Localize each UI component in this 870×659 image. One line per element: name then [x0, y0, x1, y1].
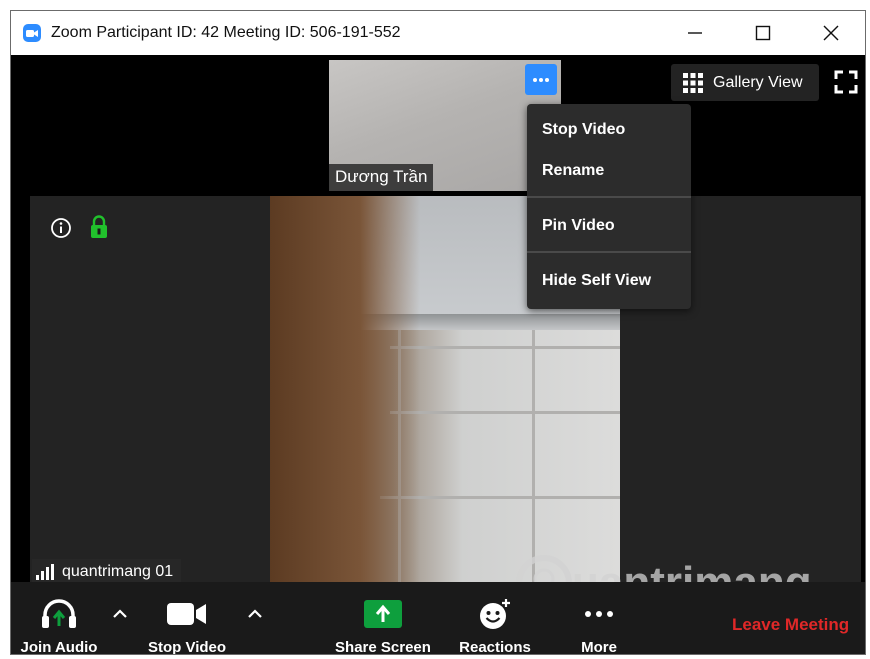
self-video-tile: quantrimang 01 — [30, 196, 861, 585]
menu-separator — [527, 196, 691, 198]
maximize-icon — [755, 25, 771, 41]
reactions-label: Reactions — [459, 639, 531, 655]
menu-item-rename[interactable]: Rename — [527, 152, 691, 190]
gallery-view-label: Gallery View — [713, 73, 803, 91]
fullscreen-icon — [834, 70, 858, 94]
menu-item-pin-video[interactable]: Pin Video — [527, 207, 691, 245]
video-camera-icon — [167, 603, 206, 625]
stop-video-button[interactable]: Stop Video — [141, 582, 233, 655]
window-title: Zoom Participant ID: 42 Meeting ID: 506-… — [51, 24, 401, 41]
more-button[interactable]: More — [569, 582, 629, 655]
stop-video-label: Stop Video — [147, 639, 227, 655]
reactions-button[interactable]: Reactions — [451, 582, 539, 655]
fullscreen-button[interactable] — [833, 69, 859, 95]
leave-meeting-button[interactable]: Leave Meeting — [732, 615, 849, 635]
video-options-chevron-up-icon[interactable] — [245, 604, 265, 624]
signal-strength-icon — [36, 564, 54, 580]
minimize-icon — [688, 32, 702, 34]
meeting-toolbar: Join Audio Stop Video Share Screen React… — [11, 582, 865, 655]
close-icon — [823, 25, 839, 41]
more-ellipsis-icon — [585, 611, 613, 617]
share-screen-icon — [364, 600, 402, 628]
menu-item-hide-self-view[interactable]: Hide Self View — [527, 262, 691, 300]
grid-icon — [683, 72, 703, 93]
window-controls — [661, 11, 865, 55]
participant-name-label: Dương Trần — [329, 164, 434, 191]
minimize-button[interactable] — [661, 11, 729, 55]
video-area: Dương Trần Gallery View quantrimang 01 S… — [11, 55, 865, 611]
title-bar: Zoom Participant ID: 42 Meeting ID: 506-… — [11, 11, 865, 55]
more-label: More — [581, 639, 617, 655]
menu-separator — [527, 251, 691, 253]
zoom-app-icon — [23, 24, 41, 42]
share-screen-button[interactable]: Share Screen — [333, 582, 433, 655]
smiley-add-icon — [480, 599, 510, 629]
self-name-text: quantrimang 01 — [62, 563, 174, 580]
zoom-window: Zoom Participant ID: 42 Meeting ID: 506-… — [10, 10, 866, 655]
lock-icon[interactable] — [90, 215, 108, 239]
join-audio-label: Join Audio — [20, 639, 98, 655]
join-audio-button[interactable]: Join Audio — [15, 582, 103, 655]
ellipsis-icon — [533, 77, 549, 82]
audio-options-chevron-up-icon[interactable] — [110, 604, 130, 624]
close-button[interactable] — [797, 11, 865, 55]
gallery-view-button[interactable]: Gallery View — [671, 64, 819, 101]
participant-context-menu: Stop Video Rename Pin Video Hide Self Vi… — [527, 104, 691, 309]
thumbnail-more-button[interactable] — [525, 64, 557, 95]
maximize-button[interactable] — [729, 11, 797, 55]
menu-item-stop-video[interactable]: Stop Video — [527, 111, 691, 149]
share-screen-label: Share Screen — [335, 639, 431, 655]
info-icon[interactable] — [50, 217, 72, 239]
headphones-icon — [42, 599, 76, 628]
